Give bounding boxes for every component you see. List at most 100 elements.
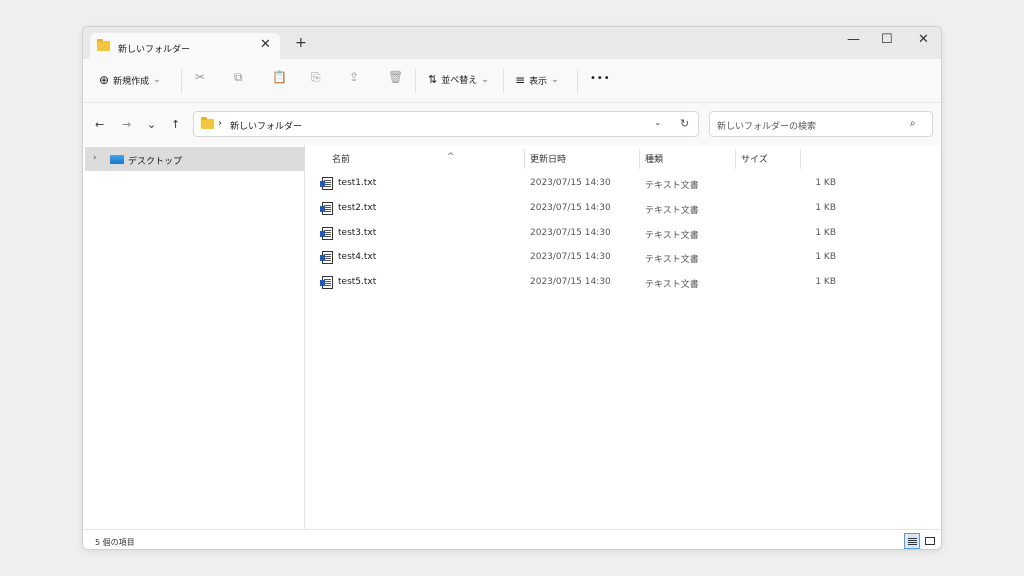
file-type: テキスト文書: [645, 280, 699, 290]
file-name: test4.txt: [338, 252, 377, 262]
navigation-bar: ← → ⌄ ↑ › 新しいフォルダー ⌄ ↻ 新しいフォルダーの検索 ⌕: [83, 103, 941, 145]
new-button[interactable]: ⊕ 新規作成 ⌄: [99, 73, 161, 87]
tab-close-icon[interactable]: ✕: [260, 37, 271, 52]
column-header-size[interactable]: サイズ: [741, 152, 768, 170]
file-type: テキスト文書: [645, 231, 699, 241]
divider: [577, 69, 578, 93]
text-file-icon: [320, 202, 333, 215]
navigation-pane: › デスクトップ: [83, 145, 305, 529]
file-list: 名前 ^ 更新日時 種類 サイズ test1.txt 2023/07/15 14:…: [306, 145, 941, 529]
recent-locations-icon[interactable]: ⌄: [147, 118, 156, 131]
explorer-window: 新しいフォルダー ✕ + — ☐ ✕ ⊕ 新規作成 ⌄ ✂ ⧉ 📋 ⎘ ⇪ 🗑 …: [82, 26, 942, 550]
search-placeholder: 新しいフォルダーの検索: [717, 122, 817, 132]
up-arrow-icon[interactable]: ↑: [171, 118, 180, 131]
close-window-button[interactable]: ✕: [918, 32, 929, 47]
desktop-icon: [110, 155, 124, 164]
table-row[interactable]: test1.txt 2023/07/15 14:30 テキスト文書 1 KB: [306, 171, 941, 196]
file-size: 1 KB: [815, 178, 836, 188]
sort-button[interactable]: ⇅ 並べ替え ⌄: [428, 73, 489, 86]
command-bar: ⊕ 新規作成 ⌄ ✂ ⧉ 📋 ⎘ ⇪ 🗑 ⇅ 並べ替え ⌄ ≡ 表示 ⌄ •••: [83, 59, 941, 103]
file-date: 2023/07/15 14:30: [530, 228, 611, 238]
folder-icon: [201, 117, 214, 129]
status-bar: 5 個の項目: [83, 529, 941, 549]
view-button-label: 表示: [529, 76, 548, 87]
text-file-icon: [320, 276, 333, 289]
file-name: test1.txt: [338, 178, 377, 188]
sidebar-item-desktop[interactable]: › デスクトップ: [85, 147, 305, 171]
text-file-icon: [320, 227, 333, 240]
cut-icon[interactable]: ✂: [195, 70, 205, 84]
file-date: 2023/07/15 14:30: [530, 277, 611, 287]
table-row[interactable]: test4.txt 2023/07/15 14:30 テキスト文書 1 KB: [306, 245, 941, 270]
column-divider[interactable]: [735, 149, 736, 169]
column-header-label: 名前: [332, 155, 351, 165]
delete-icon[interactable]: 🗑: [388, 70, 403, 84]
view-button[interactable]: ≡ 表示 ⌄: [515, 73, 559, 87]
divider: [181, 69, 182, 93]
maximize-button[interactable]: ☐: [881, 32, 893, 47]
address-bar[interactable]: › 新しいフォルダー ⌄ ↻: [193, 111, 699, 137]
divider: [415, 69, 416, 93]
column-divider[interactable]: [524, 149, 525, 169]
rename-icon[interactable]: ⎘: [311, 70, 321, 85]
text-file-icon: [320, 177, 333, 190]
plus-circle-icon: ⊕: [99, 73, 110, 87]
expand-chevron-icon[interactable]: ›: [93, 153, 97, 163]
tab-title: 新しいフォルダー: [118, 45, 191, 55]
file-date: 2023/07/15 14:30: [530, 203, 611, 213]
breadcrumb-current-folder[interactable]: 新しいフォルダー: [230, 119, 302, 132]
file-type: テキスト文書: [645, 206, 699, 216]
chevron-down-icon: ⌄: [481, 74, 489, 85]
new-button-label: 新規作成: [113, 76, 150, 87]
file-size: 1 KB: [815, 228, 836, 238]
tab-current-folder[interactable]: 新しいフォルダー ✕: [90, 33, 280, 60]
breadcrumb-chevron-icon[interactable]: ›: [218, 118, 222, 129]
back-arrow-icon[interactable]: ←: [95, 118, 104, 131]
forward-arrow-icon[interactable]: →: [122, 118, 131, 131]
search-input[interactable]: 新しいフォルダーの検索 ⌕: [709, 111, 933, 137]
preview-pane-icon: [925, 537, 935, 545]
chevron-down-icon: ⌄: [551, 75, 559, 85]
folder-icon: [97, 39, 110, 51]
file-size: 1 KB: [815, 203, 836, 213]
file-name: test2.txt: [338, 203, 377, 213]
text-file-icon: [320, 251, 333, 264]
table-row[interactable]: test2.txt 2023/07/15 14:30 テキスト文書 1 KB: [306, 196, 941, 221]
view-list-icon: ≡: [515, 73, 526, 87]
refresh-icon[interactable]: ↻: [680, 117, 689, 130]
details-view-button[interactable]: [904, 533, 920, 549]
file-type: テキスト文書: [645, 255, 699, 265]
sort-ascending-icon: ^: [447, 152, 455, 162]
column-divider[interactable]: [639, 149, 640, 169]
copy-icon[interactable]: ⧉: [234, 70, 243, 85]
column-divider[interactable]: [800, 149, 801, 169]
search-icon[interactable]: ⌕: [910, 118, 916, 129]
title-bar: 新しいフォルダー ✕ + — ☐ ✕: [83, 27, 941, 60]
address-dropdown-icon[interactable]: ⌄: [654, 118, 662, 128]
column-header-date[interactable]: 更新日時: [530, 152, 566, 170]
preview-pane-button[interactable]: [922, 533, 938, 549]
item-count: 5 個の項目: [95, 538, 135, 547]
table-row[interactable]: test5.txt 2023/07/15 14:30 テキスト文書 1 KB: [306, 270, 941, 295]
file-type: テキスト文書: [645, 181, 699, 191]
sort-icon: ⇅: [428, 73, 438, 86]
details-view-icon: [908, 538, 917, 539]
sidebar-item-label: デスクトップ: [128, 157, 183, 167]
divider: [503, 69, 504, 93]
chevron-down-icon: ⌄: [153, 75, 161, 85]
file-size: 1 KB: [815, 277, 836, 287]
file-name: test3.txt: [338, 228, 377, 238]
file-date: 2023/07/15 14:30: [530, 252, 611, 262]
more-options-icon[interactable]: •••: [590, 73, 611, 84]
sort-button-label: 並べ替え: [441, 76, 478, 86]
paste-icon[interactable]: 📋: [272, 70, 287, 84]
column-header-type[interactable]: 種類: [645, 152, 663, 170]
minimize-button[interactable]: —: [847, 32, 860, 47]
share-icon[interactable]: ⇪: [349, 70, 359, 84]
file-name: test5.txt: [338, 277, 377, 287]
file-size: 1 KB: [815, 252, 836, 262]
table-row[interactable]: test3.txt 2023/07/15 14:30 テキスト文書 1 KB: [306, 221, 941, 246]
file-date: 2023/07/15 14:30: [530, 178, 611, 188]
new-tab-button[interactable]: +: [295, 35, 307, 51]
column-header-name[interactable]: 名前 ^: [332, 152, 455, 170]
